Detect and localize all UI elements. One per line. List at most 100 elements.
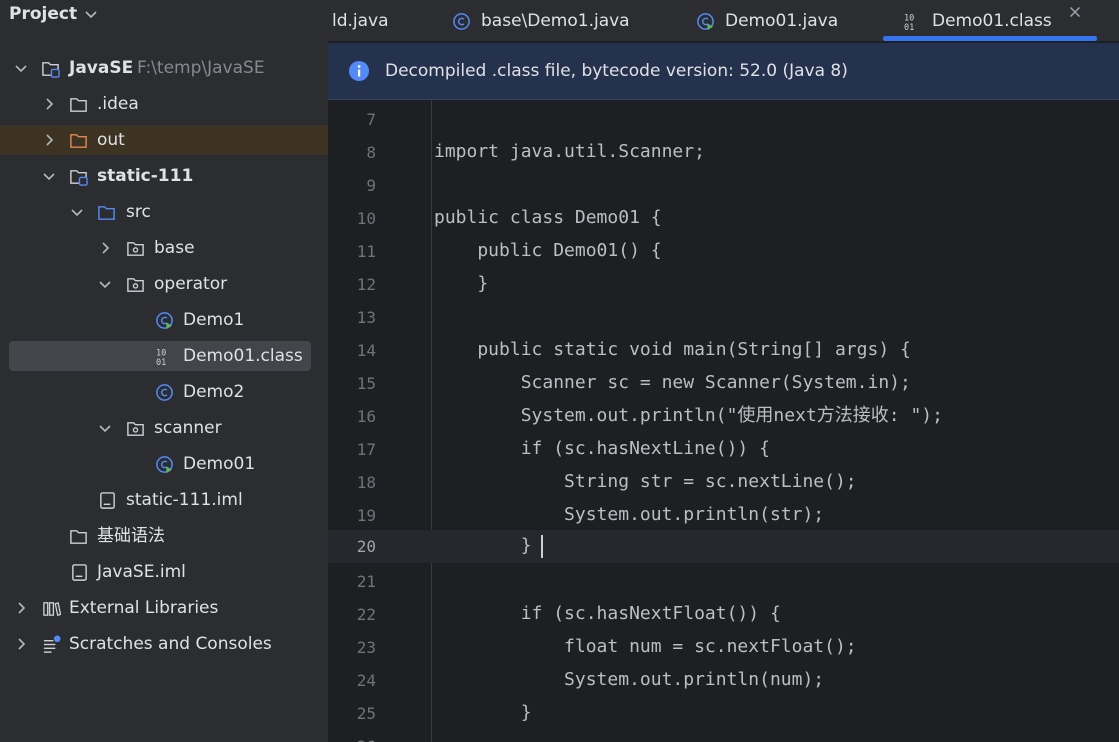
decompiled-banner: Decompiled .class file, bytecode version… [328,43,1119,100]
tree-item-out[interactable]: out [0,125,328,155]
code-line[interactable]: 13 [328,301,1119,334]
tree-item-label: static-111 [97,166,194,186]
chevron-right-icon[interactable] [97,240,113,256]
tree-item-basic-syntax[interactable]: 基础语法 [0,521,328,551]
tree-item-operator[interactable]: operator [0,269,328,299]
line-number: 11 [356,242,376,261]
close-icon[interactable] [1067,4,1083,20]
code-line[interactable]: 12 } [328,268,1119,301]
line-number: 26 [328,737,376,742]
code-text: Scanner sc = new Scanner(System.in); [434,372,911,393]
tree-item-scratches[interactable]: Scratches and Consoles [0,629,328,659]
code-line[interactable]: 26 [328,730,1119,742]
code-text: System.out.println("使用next方法接收: "); [434,405,943,426]
module-folder-icon [42,62,60,78]
chevron-down-icon[interactable] [97,420,113,436]
banner-text: Decompiled .class file, bytecode version… [385,61,848,81]
class-icon [156,384,173,401]
tree-item-label: JavaSE.iml [97,562,186,582]
folder-icon [70,98,87,112]
runnable-class-icon [156,312,173,330]
iml-file-icon [72,564,87,581]
tree-item-label: static-111.iml [126,490,243,510]
code-line[interactable]: 15 Scanner sc = new Scanner(System.in); [328,367,1119,400]
chevron-right-icon[interactable] [41,132,57,148]
chevron-down-icon[interactable] [83,6,99,22]
line-number: 10 [356,209,376,228]
active-tab-indicator [883,36,1097,41]
current-code-line[interactable]: 20 } [328,530,1119,563]
tree-item-label: External Libraries [69,598,219,618]
class-icon [453,12,470,30]
code-line[interactable]: 16 System.out.println("使用next方法接收: "); [328,400,1119,433]
chevron-down-icon[interactable] [13,60,29,76]
tree-item-base[interactable]: base [0,233,328,263]
tab-demo01-java[interactable]: Demo01.java [696,0,838,42]
tree-item-demo01-class[interactable]: 10 01 Demo01.class [9,341,311,371]
code-line[interactable]: 7 [328,103,1119,136]
code-line[interactable]: 8 import java.util.Scanner; [328,136,1119,169]
tab-label: Demo01.class [932,11,1052,31]
code-line[interactable]: 17 if (sc.hasNextLine()) { [328,433,1119,466]
code-line[interactable]: 23 float num = sc.nextFloat(); [328,631,1119,664]
runnable-class-icon [697,12,714,30]
tab-base-demo1-java[interactable]: base\Demo1.java [452,0,630,42]
line-number: 21 [356,572,376,591]
code-line[interactable]: 14 public static void main(String[] args… [328,334,1119,367]
code-line[interactable]: 18 String str = sc.nextLine(); [328,466,1119,499]
code-line[interactable]: 25 } [328,697,1119,730]
code-line[interactable]: 10 public class Demo01 { [328,202,1119,235]
tree-item-label: JavaSE [69,58,134,78]
code-line[interactable]: 21 [328,565,1119,598]
code-text: float num = sc.nextFloat(); [434,636,857,657]
project-panel-title[interactable]: Project [9,4,77,24]
code-line[interactable]: 19 System.out.println(str); [328,499,1119,532]
code-text: public Demo01() { [434,240,662,261]
code-text: System.out.println(str); [434,504,825,525]
tree-item-label: Demo01.class [183,346,303,366]
chevron-right-icon[interactable] [13,636,29,652]
code-text: public static void main(String[] args) { [434,339,911,360]
code-line[interactable]: 9 [328,169,1119,202]
tree-item-label: out [97,130,125,150]
tree-item-idea[interactable]: .idea [0,89,328,119]
line-number: 24 [356,671,376,690]
svg-text:10: 10 [904,13,914,23]
tree-item-demo01[interactable]: Demo01 [0,449,328,479]
tree-item-demo1[interactable]: Demo1 [0,305,328,335]
code-editor[interactable]: 7 8 import java.util.Scanner; 9 10 public … [328,100,1119,742]
code-text: public class Demo01 { [434,207,662,228]
tab-ld-java[interactable]: ld.java [332,0,389,42]
tree-item-src[interactable]: src [0,197,328,227]
code-line[interactable]: 24 System.out.println(num); [328,664,1119,697]
chevron-down-icon[interactable] [41,168,57,184]
text-caret [541,535,543,558]
tree-item-label: 基础语法 [97,526,165,546]
tree-item-javase-iml[interactable]: JavaSE.iml [0,557,328,587]
line-number: 15 [356,374,376,393]
code-line[interactable]: 11 public Demo01() { [328,235,1119,268]
svg-text:10: 10 [156,349,166,359]
chevron-right-icon[interactable] [13,600,29,616]
line-number: 20 [356,537,376,556]
tree-item-demo2[interactable]: Demo2 [0,377,328,407]
tree-item-static-111[interactable]: static-111 [0,161,328,191]
tab-label: base\Demo1.java [481,11,630,31]
line-number: 18 [356,473,376,492]
code-text: System.out.println(num); [434,669,825,690]
tree-item-scanner[interactable]: scanner [0,413,328,443]
tree-item-external-libraries[interactable]: External Libraries [0,593,328,623]
code-text: import java.util.Scanner; [434,141,705,162]
chevron-right-icon[interactable] [41,96,57,112]
scratches-icon [43,635,61,653]
tree-item-static-111-iml[interactable]: static-111.iml [0,485,328,515]
package-icon [127,422,144,436]
chevron-down-icon[interactable] [97,276,113,292]
project-panel-header[interactable]: Project [0,0,328,28]
code-text: } [434,702,532,723]
chevron-down-icon[interactable] [69,204,85,220]
info-icon [349,61,369,81]
code-line[interactable]: 22 if (sc.hasNextFloat()) { [328,598,1119,631]
module-folder-icon [70,170,88,186]
tree-item-javase[interactable]: JavaSE F:\temp\JavaSE [0,53,328,83]
